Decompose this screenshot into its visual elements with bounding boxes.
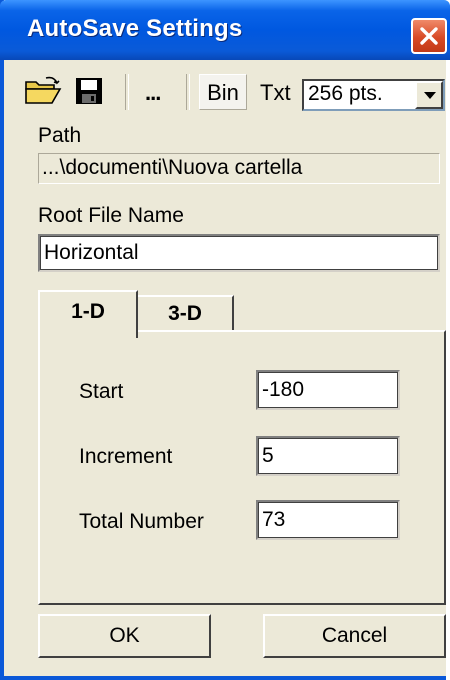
points-selected-value: 256 pts. xyxy=(308,82,383,105)
folder-open-icon[interactable] xyxy=(24,76,62,111)
tab-3d[interactable]: 3-D xyxy=(138,295,234,331)
active-tab-join xyxy=(40,328,136,334)
start-label: Start xyxy=(79,380,124,403)
tab-panel-1d: Start Increment Total Number xyxy=(38,330,446,605)
path-label: Path xyxy=(38,124,82,147)
floppy-disk-icon[interactable] xyxy=(74,76,104,111)
root-file-name-label: Root File Name xyxy=(38,204,184,227)
points-dropdown[interactable]: 256 pts. xyxy=(302,79,445,111)
toolbar-separator xyxy=(186,74,190,110)
close-icon xyxy=(420,27,438,45)
autosave-settings-window: AutoSave Settings ... Bin Txt 256 pts. P… xyxy=(0,0,450,680)
browse-button[interactable]: ... xyxy=(145,80,161,106)
txt-format-toggle[interactable]: Txt xyxy=(260,80,291,106)
start-input[interactable] xyxy=(256,370,400,410)
close-button[interactable] xyxy=(411,18,447,54)
cancel-button[interactable]: Cancel xyxy=(263,614,446,658)
total-number-label: Total Number xyxy=(79,510,204,533)
chevron-down-icon xyxy=(424,92,436,99)
path-value: ...\documenti\Nuova cartella xyxy=(42,156,303,179)
dropdown-arrow-button[interactable] xyxy=(415,81,443,109)
ok-button[interactable]: OK xyxy=(38,614,211,658)
title-bar[interactable]: AutoSave Settings xyxy=(0,0,450,60)
increment-input[interactable] xyxy=(256,436,400,476)
path-field: ...\documenti\Nuova cartella xyxy=(38,153,440,184)
total-number-input[interactable] xyxy=(256,500,400,540)
root-file-name-input[interactable] xyxy=(38,234,440,272)
toolbar-separator xyxy=(125,74,129,110)
window-title: AutoSave Settings xyxy=(27,15,243,42)
increment-label: Increment xyxy=(79,445,173,468)
bin-format-toggle[interactable]: Bin xyxy=(199,74,247,110)
